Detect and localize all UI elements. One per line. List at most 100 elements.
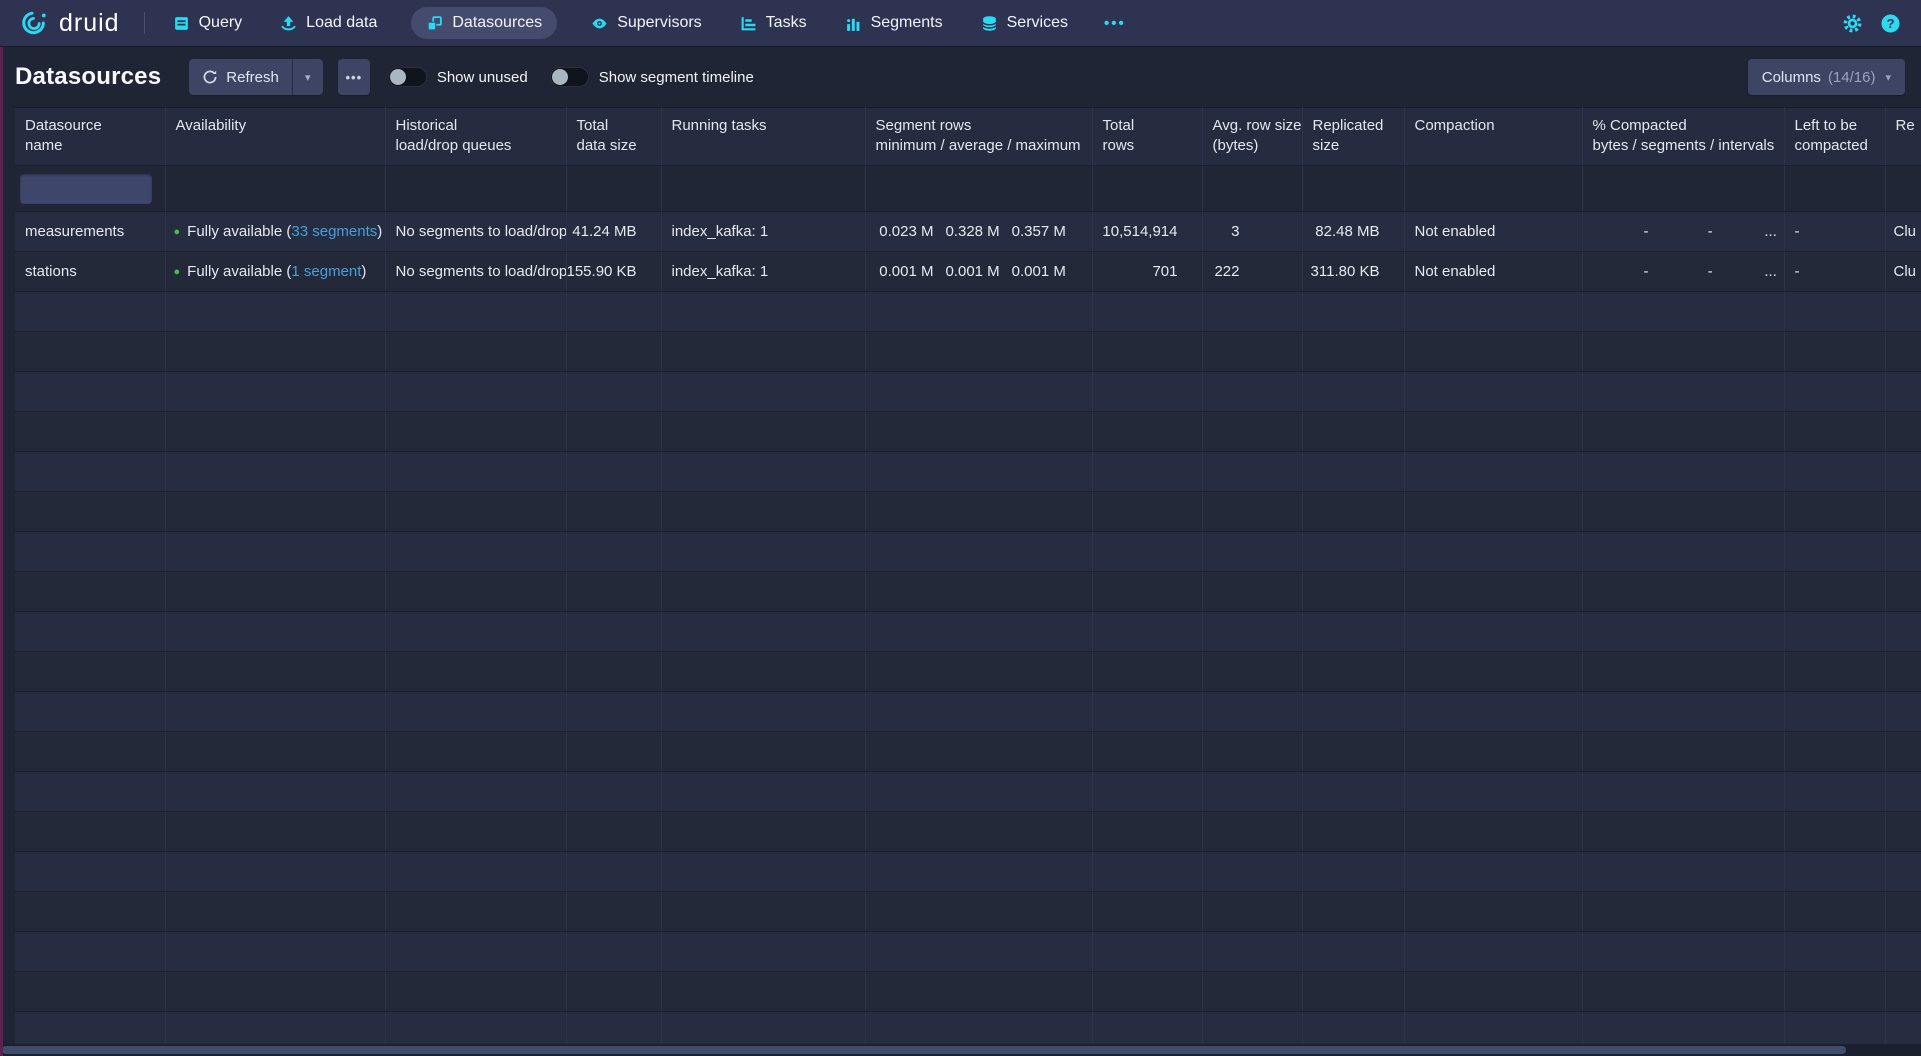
show-segment-timeline-toggle[interactable] [550, 67, 589, 87]
refresh-caret-button[interactable]: ▾ [292, 59, 323, 95]
column-header-historical-queues[interactable]: Historicalload/drop queues [385, 108, 566, 166]
load-drop-queues-cell: No segments to load/drop [385, 252, 566, 292]
nav-item-label: Tasks [766, 14, 807, 32]
pct-segments: - [1653, 263, 1713, 280]
empty-cell [566, 732, 661, 772]
nav-item-label: Query [199, 14, 243, 32]
column-header-availability[interactable]: Availability [165, 108, 385, 166]
nav-item-load-data[interactable]: Load data [276, 7, 381, 39]
empty-cell [661, 892, 865, 932]
empty-table-row [15, 852, 1921, 892]
empty-cell [1092, 732, 1202, 772]
retention-cell: Clu [1885, 212, 1921, 252]
column-header-left-to-be-compacted[interactable]: Left to becompacted [1784, 108, 1885, 166]
empty-cell [566, 292, 661, 332]
empty-cell [165, 612, 385, 652]
empty-cell [385, 372, 566, 412]
nav-item-supervisors[interactable]: Supervisors [587, 7, 705, 39]
help-icon[interactable]: ? [1880, 13, 1901, 34]
empty-cell [1582, 332, 1784, 372]
empty-cell [165, 532, 385, 572]
empty-cell [1885, 972, 1921, 1012]
nav-item-tasks[interactable]: Tasks [736, 7, 811, 39]
empty-cell [1202, 332, 1302, 372]
empty-cell [1885, 292, 1921, 332]
horizontal-scrollbar [0, 1044, 1921, 1056]
empty-cell [661, 452, 865, 492]
empty-cell [165, 892, 385, 932]
column-header-datasource-name[interactable]: Datasourcename [15, 108, 165, 166]
empty-cell [1404, 532, 1582, 572]
datasource-name-filter-input[interactable] [20, 174, 152, 204]
upload-icon [280, 15, 297, 32]
column-header-replicated-size[interactable]: Replicatedsize [1302, 108, 1404, 166]
empty-cell [1404, 732, 1582, 772]
svg-text:?: ? [1886, 15, 1894, 30]
empty-cell [865, 292, 1092, 332]
columns-label: Columns [1762, 69, 1821, 86]
empty-cell [385, 612, 566, 652]
column-header-segment-rows[interactable]: Segment rowsminimum / average / maximum [865, 108, 1092, 166]
empty-cell [661, 412, 865, 452]
empty-cell [865, 772, 1092, 812]
empty-cell [1404, 772, 1582, 812]
empty-cell [15, 892, 165, 932]
empty-cell [1092, 772, 1202, 812]
empty-cell [1784, 412, 1885, 452]
empty-cell [566, 772, 661, 812]
empty-cell [865, 652, 1092, 692]
gear-icon[interactable] [1842, 13, 1863, 34]
empty-cell [865, 372, 1092, 412]
empty-cell [165, 452, 385, 492]
empty-cell [1092, 332, 1202, 372]
empty-cell [15, 412, 165, 452]
table-row-stations[interactable]: stations ●Fully available (1 segment) No… [15, 252, 1921, 292]
nav-item-query[interactable]: Query [169, 7, 247, 39]
empty-cell [165, 332, 385, 372]
column-header-avg-row-size[interactable]: Avg. row size(bytes) [1202, 108, 1302, 166]
nav-item-label: Services [1007, 14, 1068, 32]
column-header-retention[interactable]: Re [1885, 108, 1921, 166]
column-header-pct-compacted[interactable]: % Compactedbytes / segments / intervals [1582, 108, 1784, 166]
horizontal-scrollbar-thumb[interactable] [2, 1046, 1846, 1054]
table-row-measurements[interactable]: measurements ●Fully available (33 segmen… [15, 212, 1921, 252]
column-header-compaction[interactable]: Compaction [1404, 108, 1582, 166]
empty-cell [1784, 532, 1885, 572]
empty-cell [1404, 292, 1582, 332]
nav-item-services[interactable]: Services [977, 7, 1072, 39]
nav-item-segments[interactable]: Segments [841, 7, 947, 39]
empty-cell [385, 332, 566, 372]
more-actions-button[interactable]: ••• [338, 59, 370, 95]
refresh-button[interactable]: Refresh [189, 59, 292, 95]
nav-item-datasources[interactable]: Datasources [411, 7, 557, 39]
nav-more-button[interactable]: ••• [1104, 15, 1126, 32]
column-header-total-data-size[interactable]: Totaldata size [566, 108, 661, 166]
control-bar: Datasources Refresh ▾ ••• Show unused Sh… [0, 47, 1921, 107]
segment-rows-avg: 0.328 M [938, 223, 1000, 240]
column-header-running-tasks[interactable]: Running tasks [661, 108, 865, 166]
empty-cell [1404, 972, 1582, 1012]
compaction-cell: Not enabled [1404, 252, 1582, 292]
empty-cell [1582, 292, 1784, 332]
empty-cell [1784, 612, 1885, 652]
segments-link[interactable]: 33 segments [291, 223, 377, 240]
pct-intervals: ... [1717, 223, 1777, 240]
druid-logo[interactable]: druid [18, 9, 120, 38]
empty-cell [1202, 292, 1302, 332]
show-segment-timeline-label: Show segment timeline [599, 69, 754, 86]
columns-selector-button[interactable]: Columns (14/16) ▾ [1748, 59, 1905, 95]
show-unused-toggle[interactable] [388, 67, 427, 87]
running-tasks-cell: index_kafka: 1 [661, 252, 865, 292]
empty-cell [566, 492, 661, 532]
empty-cell [1092, 572, 1202, 612]
segments-link[interactable]: 1 segment [291, 263, 361, 280]
empty-cell [15, 492, 165, 532]
empty-cell [1404, 452, 1582, 492]
empty-cell [566, 532, 661, 572]
empty-cell [165, 932, 385, 972]
column-header-total-rows[interactable]: Totalrows [1092, 108, 1202, 166]
empty-cell [15, 932, 165, 972]
segment-rows-avg: 0.001 M [938, 263, 1000, 280]
empty-cell [566, 332, 661, 372]
empty-cell [1302, 692, 1404, 732]
